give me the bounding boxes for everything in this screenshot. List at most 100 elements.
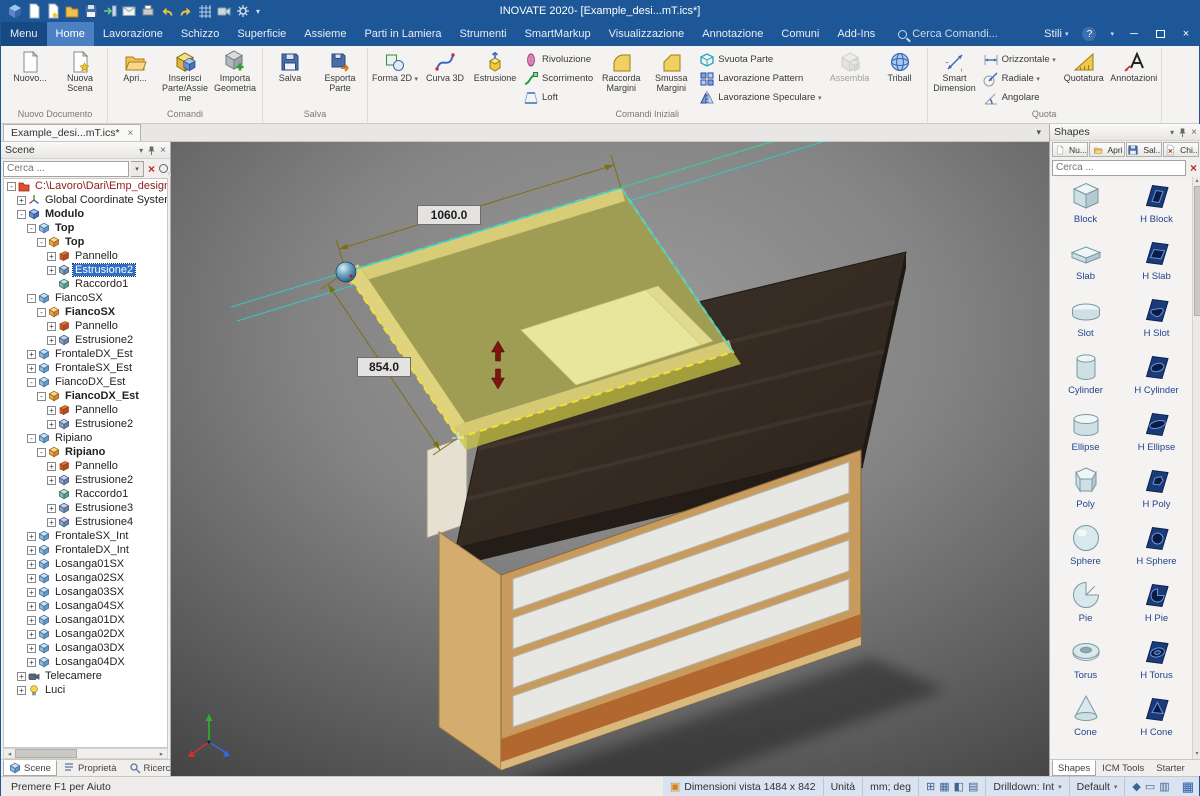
tree-item-c-lavoro-dari-emp-design-amp[interactable]: -C:\Lavoro\Dari\Emp_design_amp	[4, 179, 167, 193]
grid-toggle-icon[interactable]: ⊞	[926, 780, 935, 793]
tree-item-top[interactable]: -Top	[4, 235, 167, 249]
scene-hscrollbar[interactable]: ◂ ▸	[3, 748, 168, 759]
tree-item-losanga02dx[interactable]: +Losanga02DX	[4, 627, 167, 641]
import-icon[interactable]	[102, 3, 118, 19]
shape-item-h-block[interactable]: H Block	[1121, 179, 1192, 236]
shape-item-sphere[interactable]: Sphere	[1050, 521, 1121, 578]
snap-toggle-icon[interactable]: ▦	[939, 780, 949, 793]
maximize-button[interactable]	[1147, 22, 1173, 46]
scroll-thumb[interactable]	[15, 749, 77, 758]
catalog-tab-shapes[interactable]: Shapes	[1052, 760, 1096, 776]
ribbon-button-angolare[interactable]: Angolare	[980, 88, 1059, 107]
collapse-icon[interactable]: -	[37, 238, 46, 247]
ribbon-button-svuota-parte[interactable]: Svuota Parte	[696, 50, 824, 69]
tree-item-estrusione4[interactable]: +Estrusione4	[4, 515, 167, 529]
tab-add-ins[interactable]: Add-Ins	[828, 22, 884, 46]
ribbon-button-quotatura[interactable]: Quotatura	[1059, 48, 1109, 84]
ribbon-button-assembla[interactable]: Assembla	[825, 48, 875, 84]
shape-item-h-torus[interactable]: H Torus	[1121, 635, 1192, 692]
units-value[interactable]: mm; deg	[870, 781, 911, 793]
handle-sphere-gizmo[interactable]	[336, 262, 356, 282]
shape-item-slab[interactable]: Slab	[1050, 236, 1121, 293]
ribbon-button-triball[interactable]: Triball	[875, 48, 925, 84]
viewport[interactable]: 1060.0 854.0	[171, 142, 1049, 776]
panel-dropdown-icon[interactable]: ▾	[1170, 128, 1174, 137]
layers-icon[interactable]: ▥	[1159, 780, 1169, 793]
search-filter-icon[interactable]	[159, 160, 168, 178]
tree-item-losanga04dx[interactable]: +Losanga04DX	[4, 655, 167, 669]
tree-item-pannello[interactable]: +Pannello	[4, 249, 167, 263]
shapes-search-input[interactable]	[1052, 160, 1186, 176]
collapse-icon[interactable]: -	[37, 448, 46, 457]
expand-icon[interactable]: +	[17, 672, 26, 681]
camera-icon[interactable]	[216, 3, 232, 19]
ribbon-button-inserisci-parte-assieme[interactable]: Inserisci Parte/Assieme	[160, 48, 210, 104]
selection-filter-icon[interactable]: ◆	[1132, 780, 1140, 793]
ribbon-button-smart-dimension[interactable]: Smart Dimension	[930, 48, 980, 94]
tree-item-frontaledx-int[interactable]: +FrontaleDX_Int	[4, 543, 167, 557]
collapse-icon[interactable]: -	[27, 224, 36, 233]
tree-item-estrusione2[interactable]: +Estrusione2	[4, 473, 167, 487]
shape-item-h-pie[interactable]: H Pie	[1121, 578, 1192, 635]
expand-icon[interactable]: +	[17, 196, 26, 205]
tree-item-frontalesx-est[interactable]: +FrontaleSX_Est	[4, 361, 167, 375]
ribbon-button-lavorazione-pattern[interactable]: Lavorazione Pattern	[696, 69, 824, 88]
tree-item-fiancosx[interactable]: -FiancoSX	[4, 291, 167, 305]
tab-parti-in-lamiera[interactable]: Parti in Lamiera	[355, 22, 450, 46]
catalog-button-chi[interactable]: Chi...	[1163, 142, 1199, 157]
close-button[interactable]: ×	[1173, 22, 1199, 46]
qat-customize-icon[interactable]: ▾	[256, 7, 260, 16]
app-icon[interactable]	[7, 3, 23, 19]
tab-smartmarkup[interactable]: SmartMarkup	[516, 22, 600, 46]
expand-icon[interactable]: +	[27, 616, 36, 625]
new-scene-icon[interactable]	[45, 3, 61, 19]
styles-button[interactable]: Stili ▾	[1037, 22, 1075, 46]
tab-strumenti[interactable]: Strumenti	[451, 22, 516, 46]
shape-item-h-sphere[interactable]: H Sphere	[1121, 521, 1192, 578]
ribbon-button-rivoluzione[interactable]: Rivoluzione	[520, 50, 596, 69]
tree-item-top[interactable]: -Top	[4, 221, 167, 235]
expand-icon[interactable]: +	[47, 518, 56, 527]
ribbon-button-estrusione[interactable]: Estrusione	[470, 48, 520, 84]
tree-item-ripiano[interactable]: -Ripiano	[4, 445, 167, 459]
tree-item-raccordo1[interactable]: Raccordo1	[4, 487, 167, 501]
ribbon-button-radiale[interactable]: Radiale ▾	[980, 69, 1059, 88]
catalog-button-sal[interactable]: Sal...	[1126, 142, 1162, 157]
tab-home[interactable]: Home	[47, 22, 94, 46]
minimize-button[interactable]: ─	[1121, 22, 1147, 46]
ribbon-button-nuova-scena[interactable]: Nuova Scena	[55, 48, 105, 94]
tree-item-telecamere[interactable]: +Telecamere	[4, 669, 167, 683]
expand-icon[interactable]: +	[27, 350, 36, 359]
shape-item-pie[interactable]: Pie	[1050, 578, 1121, 635]
expand-icon[interactable]: +	[17, 686, 26, 695]
shape-item-block[interactable]: Block	[1050, 179, 1121, 236]
tree-item-pannello[interactable]: +Pannello	[4, 459, 167, 473]
expand-icon[interactable]: +	[47, 252, 56, 261]
tab-annotazione[interactable]: Annotazione	[693, 22, 772, 46]
expand-icon[interactable]: +	[27, 364, 36, 373]
tab-menu[interactable]: Menu	[1, 22, 47, 46]
shape-item-h-ellipse[interactable]: H Ellipse	[1121, 407, 1192, 464]
shape-item-torus[interactable]: Torus	[1050, 635, 1121, 692]
catalog-button-apri[interactable]: Apri	[1089, 142, 1125, 157]
mail-icon[interactable]	[121, 3, 137, 19]
ribbon-button-apri[interactable]: Apri...	[110, 48, 160, 84]
grid-icon[interactable]	[197, 3, 213, 19]
panel-tab-propriet[interactable]: Proprietà	[57, 760, 123, 776]
ribbon-button-curva-3d[interactable]: Curva 3D	[420, 48, 470, 84]
tab-lavorazione[interactable]: Lavorazione	[94, 22, 172, 46]
tree-item-luci[interactable]: +Luci	[4, 683, 167, 697]
pin-icon[interactable]	[1178, 128, 1187, 137]
close-panel-icon[interactable]: ×	[160, 145, 166, 156]
expand-icon[interactable]: +	[27, 630, 36, 639]
collapse-icon[interactable]: -	[27, 378, 36, 387]
drilldown-selector[interactable]: Drilldown: Int▾	[985, 777, 1068, 796]
new-document-icon[interactable]	[26, 3, 42, 19]
command-search[interactable]: Cerca Comandi...	[898, 22, 998, 46]
tree-item-estrusione2[interactable]: +Estrusione2	[4, 417, 167, 431]
shape-item-poly[interactable]: Poly	[1050, 464, 1121, 521]
open-icon[interactable]	[64, 3, 80, 19]
tree-item-ripiano[interactable]: -Ripiano	[4, 431, 167, 445]
scene-search-input[interactable]	[3, 161, 129, 177]
clear-search-icon[interactable]: ×	[1188, 161, 1199, 175]
